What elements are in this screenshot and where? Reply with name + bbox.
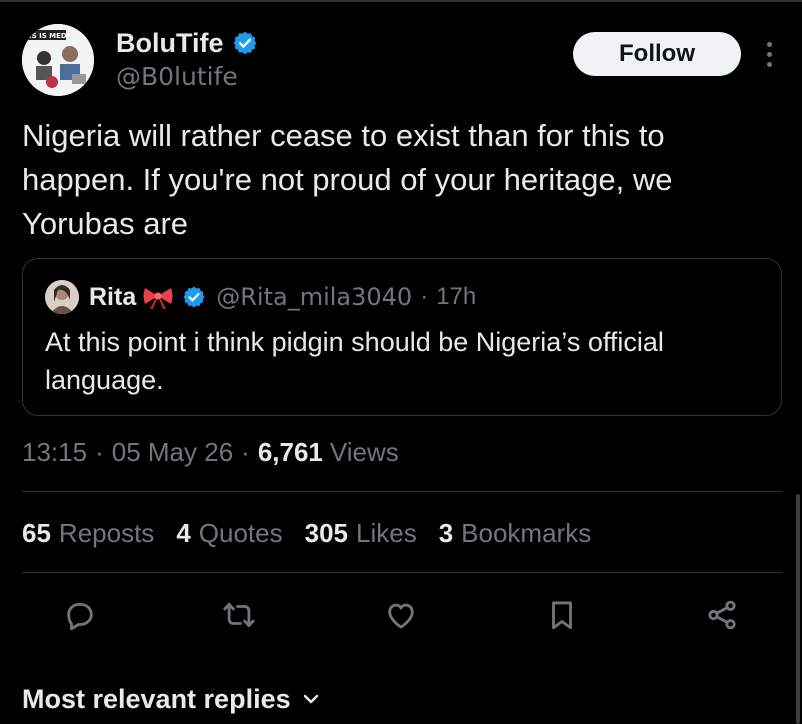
views-count: 6,761	[257, 436, 323, 467]
tweet-text-line: Nigeria will rather cease to exist than …	[22, 118, 665, 153]
quoted-tweet-header: Rita @Rita_mila3040 · 17h	[45, 279, 476, 315]
bookmark-button[interactable]	[537, 590, 587, 640]
quoted-author-avatar[interactable]	[45, 280, 79, 314]
likes-count: 305	[304, 517, 348, 548]
verified-badge-icon	[233, 31, 256, 55]
like-icon	[388, 603, 414, 629]
share-button[interactable]	[697, 590, 747, 640]
quoted-author-name[interactable]: Rita	[89, 283, 136, 312]
repost-button[interactable]	[214, 590, 264, 640]
engagement-stats: 65 Reposts 4 Quotes 305 Likes 3 Bookmark…	[22, 514, 613, 552]
scrollbar[interactable]	[796, 494, 800, 724]
meta-separator: ·	[95, 436, 104, 467]
meta-separator: ·	[241, 436, 250, 467]
tweet-text: Nigeria will rather cease to exist than …	[22, 114, 782, 246]
action-bar	[0, 590, 802, 640]
tweet-meta: 13:15 · 05 May 26 · 6,761 Views	[22, 434, 399, 470]
likes-label: Likes	[356, 517, 417, 548]
quoted-author-handle[interactable]: @Rita_mila3040	[216, 283, 412, 311]
reply-icon	[67, 602, 93, 631]
reply-button[interactable]	[55, 590, 105, 640]
bookmarks-label: Bookmarks	[461, 517, 592, 548]
tweet-text-line: happen. If you're not proud of your heri…	[22, 162, 673, 197]
quoted-text-line: At this point i think pidgin should be N…	[45, 327, 664, 357]
follow-button[interactable]: Follow	[573, 32, 741, 76]
quotes-stat[interactable]: 4 Quotes	[176, 518, 282, 549]
divider	[22, 491, 782, 492]
more-icon[interactable]	[758, 36, 780, 72]
verified-badge-icon	[183, 286, 205, 308]
reposts-label: Reposts	[58, 517, 155, 548]
divider	[22, 572, 782, 573]
avatar-text: IS IS MED	[29, 32, 67, 40]
tweet-time[interactable]: 13:15	[22, 437, 87, 468]
author-name-row[interactable]: BoluTife	[116, 26, 258, 60]
quotes-label: Quotes	[198, 517, 283, 548]
quoted-timestamp[interactable]: 17h	[436, 283, 476, 311]
quoted-separator: ·	[420, 283, 429, 310]
bookmark-icon	[552, 601, 572, 630]
replies-sort-toggle[interactable]: Most relevant replies	[22, 680, 321, 718]
avatar-image: IS IS MED	[22, 24, 94, 96]
quoted-text-line: language.	[45, 365, 164, 395]
replies-sort-label: Most relevant replies	[22, 683, 291, 714]
tweet-date[interactable]: 05 May 26	[112, 437, 233, 468]
reposts-stat[interactable]: 65 Reposts	[22, 518, 154, 549]
likes-stat[interactable]: 305 Likes	[305, 518, 417, 549]
chevron-down-icon	[303, 694, 318, 704]
bow-emoji-icon	[143, 288, 173, 309]
bookmarks-count: 3	[438, 517, 454, 548]
top-divider	[0, 0, 802, 2]
author-display-name[interactable]: BoluTife	[116, 28, 224, 59]
repost-icon	[223, 602, 255, 628]
bookmarks-stat[interactable]: 3 Bookmarks	[439, 518, 592, 549]
quotes-count: 4	[176, 517, 191, 548]
reposts-count: 65	[22, 517, 51, 548]
views-label: Views	[329, 436, 399, 467]
tweet-text-line: Yorubas are	[22, 206, 189, 241]
author-avatar[interactable]: IS IS MED	[22, 24, 94, 96]
quoted-tweet-card[interactable]: Rita @Rita_mila3040 · 17h At this point …	[22, 258, 782, 416]
like-button[interactable]	[376, 590, 426, 640]
quoted-tweet-text: At this point i think pidgin should be N…	[45, 323, 765, 399]
author-handle[interactable]: @B0lutife	[116, 62, 238, 91]
tweet-detail-page: IS IS MED BoluTife @B0lutife Follow Nige…	[0, 0, 802, 724]
share-icon	[708, 600, 736, 630]
